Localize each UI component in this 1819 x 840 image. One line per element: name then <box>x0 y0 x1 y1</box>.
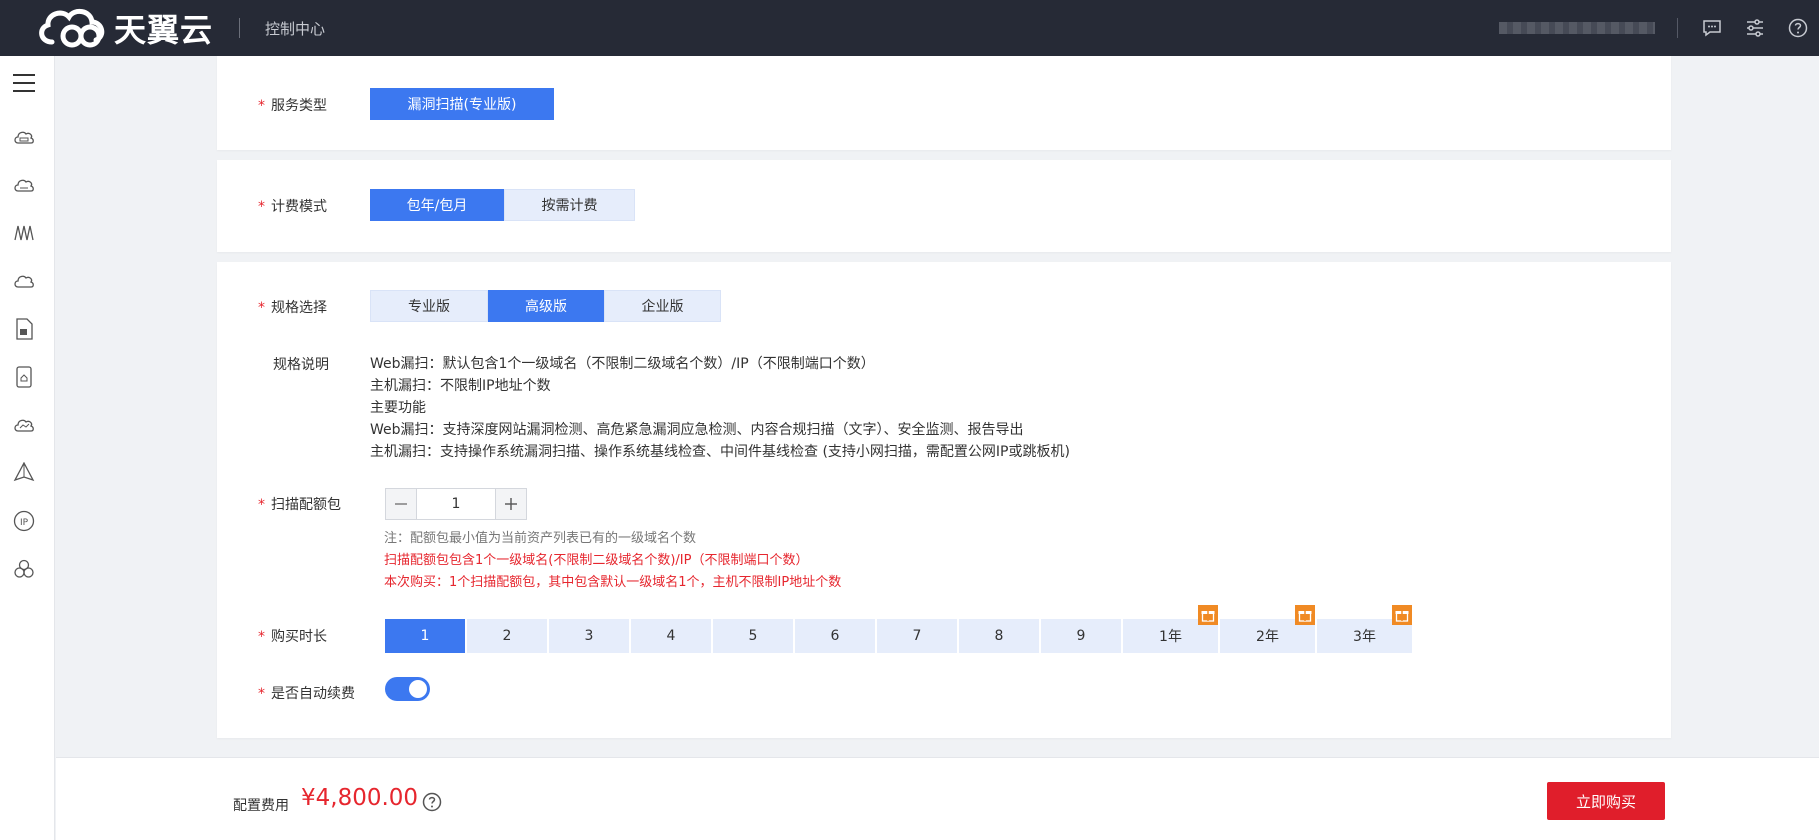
billing-card: * 计费模式 包年/包月 按需计费 <box>217 160 1671 252</box>
required-mark: * <box>258 497 265 513</box>
quota-input[interactable] <box>416 489 496 519</box>
help-icon[interactable] <box>1776 0 1819 56</box>
console-title[interactable]: 控制中心 <box>265 18 325 39</box>
duration-label-text: 购买时长 <box>271 629 327 645</box>
duration-option-2-year[interactable]: 2年 <box>1220 605 1315 653</box>
duration-option-label: 1年 <box>1159 629 1182 645</box>
security-icon[interactable] <box>12 365 36 389</box>
quota-label: * 扫描配额包 <box>258 494 341 514</box>
required-mark: * <box>258 300 265 316</box>
toggle-knob <box>409 680 427 698</box>
auto-renew-toggle[interactable] <box>385 677 430 701</box>
duration-option-7[interactable]: 7 <box>877 619 957 653</box>
user-account-blurred[interactable] <box>1499 22 1655 34</box>
service-type-label-text: 服务类型 <box>271 98 327 114</box>
duration-option-2[interactable]: 2 <box>467 619 547 653</box>
gift-icon <box>1392 605 1412 625</box>
quota-stepper <box>385 488 527 520</box>
service-type-label: * 服务类型 <box>258 95 327 115</box>
billing-option-subscription[interactable]: 包年/包月 <box>370 189 504 221</box>
required-mark: * <box>258 199 265 215</box>
duration-option-label: 3年 <box>1353 629 1376 645</box>
quota-info-line: 扫描配额包包含1个一级域名(不限制二级域名个数)/IP（不限制端口个数） <box>384 553 809 568</box>
spec-desc-line: 主机漏扫：不限制IP地址个数 <box>370 378 551 394</box>
duration-option-8[interactable]: 8 <box>959 619 1039 653</box>
billing-selector: 包年/包月 按需计费 <box>370 189 635 221</box>
service-type-selector: 漏洞扫描(专业版) <box>370 88 554 120</box>
fee-value: ¥4,800.00 <box>301 785 419 811</box>
quota-note: 注：配额包最小值为当前资产列表已有的一级域名个数 <box>384 531 697 546</box>
quota-label-text: 扫描配额包 <box>271 497 341 513</box>
quota-decrement-button[interactable] <box>386 489 416 519</box>
duration-label: * 购买时长 <box>258 626 327 646</box>
spec-card: * 规格选择 专业版 高级版 企业版 规格说明 Web漏扫：默认包含1个一级域名（… <box>217 262 1671 738</box>
brand-name: 天翼云 <box>114 11 214 49</box>
buy-now-button[interactable]: 立即购买 <box>1547 782 1665 820</box>
service-option-vuln-scan-pro[interactable]: 漏洞扫描(专业版) <box>370 88 554 120</box>
header-divider <box>239 18 241 38</box>
gift-icon <box>1198 605 1218 625</box>
svg-text:IP: IP <box>20 518 29 528</box>
cluster-icon[interactable] <box>12 557 36 581</box>
duration-option-3[interactable]: 3 <box>549 619 629 653</box>
plus-icon <box>505 498 517 510</box>
cloud-storage-icon[interactable] <box>12 269 36 293</box>
duration-option-label: 2年 <box>1256 629 1279 645</box>
ip-icon[interactable]: IP <box>12 509 36 533</box>
network-icon[interactable] <box>12 221 36 245</box>
duration-option-6[interactable]: 6 <box>795 619 875 653</box>
top-bar: 天翼云 控制中心 <box>0 0 1819 56</box>
spec-desc-label: 规格说明 <box>273 357 329 373</box>
billing-option-on-demand[interactable]: 按需计费 <box>504 189 635 221</box>
service-type-card: * 服务类型 漏洞扫描(专业版) <box>217 56 1671 150</box>
settings-sliders-icon[interactable] <box>1733 0 1776 56</box>
spec-selector: 专业版 高级版 企业版 <box>370 290 721 322</box>
duration-option-5[interactable]: 5 <box>713 619 793 653</box>
quota-purchase-summary: 本次购买：1个扫描配额包，其中包含默认一级域名1个，主机不限制IP地址个数 <box>384 575 842 590</box>
required-mark: * <box>258 98 265 114</box>
duration-option-1-year[interactable]: 1年 <box>1123 605 1218 653</box>
spec-desc-line: Web漏扫：默认包含1个一级域名（不限制二级域名个数）/IP（不限制端口个数） <box>370 356 875 372</box>
spec-option-pro[interactable]: 专业版 <box>370 290 488 322</box>
right-gutter <box>1801 56 1819 756</box>
billing-label: * 计费模式 <box>258 196 327 216</box>
order-footer: 配置费用 ¥4,800.00 立即购买 <box>56 757 1819 840</box>
fee-label: 配置费用 <box>233 798 289 814</box>
question-icon[interactable] <box>422 792 442 812</box>
spec-desc-line: Web漏扫：支持深度网站漏洞检测、高危紧急漏洞应急检测、内容合规扫描（文字）、安… <box>370 422 1024 438</box>
message-icon[interactable] <box>1690 0 1733 56</box>
brand-logo[interactable]: 天翼云 <box>34 0 213 56</box>
quota-increment-button[interactable] <box>496 489 526 519</box>
required-mark: * <box>258 629 265 645</box>
auto-renew-label-text: 是否自动续费 <box>271 686 355 702</box>
auto-renew-label: * 是否自动续费 <box>258 683 355 703</box>
duration-option-1[interactable]: 1 <box>385 619 465 653</box>
spec-option-enterprise[interactable]: 企业版 <box>604 290 721 322</box>
spec-label: * 规格选择 <box>258 297 327 317</box>
spec-option-advanced[interactable]: 高级版 <box>488 290 604 322</box>
minus-icon <box>395 503 407 505</box>
header-actions-divider <box>1677 18 1678 38</box>
duration-option-3-year[interactable]: 3年 <box>1317 605 1412 653</box>
gift-icon <box>1295 605 1315 625</box>
spec-label-text: 规格选择 <box>271 300 327 316</box>
duration-option-9[interactable]: 9 <box>1041 619 1121 653</box>
billing-label-text: 计费模式 <box>271 199 327 215</box>
cloud-logo-icon <box>39 8 105 48</box>
deploy-icon[interactable] <box>12 461 36 485</box>
required-mark: * <box>258 686 265 702</box>
duration-option-4[interactable]: 4 <box>631 619 711 653</box>
document-icon[interactable] <box>12 317 36 341</box>
spec-desc-line: 主机漏扫：支持操作系统漏洞扫描、操作系统基线检查、中间件基线检查 (支持小网扫描… <box>370 444 1070 460</box>
duration-selector: 1 2 3 4 5 6 7 8 9 1年 2年 3年 <box>385 605 1414 653</box>
cloud-server-icon[interactable] <box>12 125 36 149</box>
cloud-host-icon[interactable] <box>12 173 36 197</box>
menu-icon[interactable] <box>12 71 36 95</box>
spec-desc-line: 主要功能 <box>370 400 426 416</box>
left-sidebar: IP <box>0 56 55 840</box>
spec-description: Web漏扫：默认包含1个一级域名（不限制二级域名个数）/IP（不限制端口个数） … <box>370 353 1070 463</box>
monitor-icon[interactable] <box>12 413 36 437</box>
header-actions <box>1499 0 1819 56</box>
